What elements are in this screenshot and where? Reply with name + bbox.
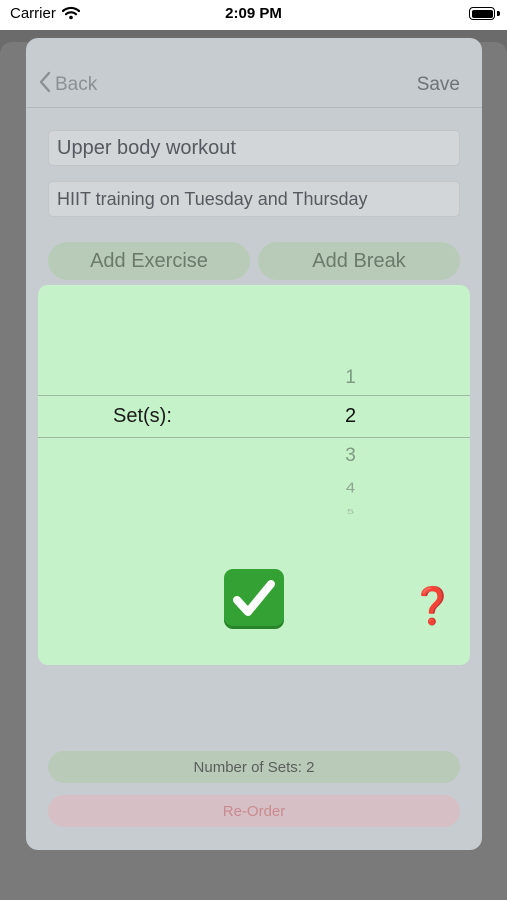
back-button[interactable]: Back: [38, 71, 97, 99]
navigation-bar: Back Save: [26, 38, 482, 108]
workout-title-field[interactable]: Upper body workout: [48, 130, 460, 166]
picker-selection-bottom-line: [38, 437, 470, 438]
back-label: Back: [55, 74, 98, 95]
save-button[interactable]: Save: [417, 74, 460, 96]
picker-option-1[interactable]: 1: [338, 367, 363, 389]
workout-description-field[interactable]: HIIT training on Tuesday and Thursday: [48, 181, 460, 217]
picker-option-5[interactable]: 5: [338, 507, 363, 515]
check-mark-button-icon[interactable]: [224, 569, 284, 629]
battery-icon: [469, 7, 495, 20]
edit-workout-modal: Back Save Upper body workout HIIT traini…: [26, 38, 482, 850]
chevron-left-icon: [38, 71, 55, 99]
picker-option-4[interactable]: 4: [338, 480, 363, 497]
battery-cap: [497, 11, 500, 16]
sets-label: Set(s):: [113, 405, 172, 427]
question-mark-icon[interactable]: ❓: [410, 585, 455, 627]
clock: 2:09 PM: [225, 5, 282, 22]
picker-selection-top-line: [38, 395, 470, 396]
status-bar: Carrier 2:09 PM: [0, 0, 507, 30]
sets-picker-card: Set(s): 1 2 3 4 5 ❓: [38, 285, 470, 665]
picker-option-selected[interactable]: 2: [338, 405, 363, 428]
add-break-button[interactable]: Add Break: [258, 242, 460, 280]
reorder-button[interactable]: Re-Order: [48, 795, 460, 827]
picker-option-3[interactable]: 3: [338, 445, 363, 467]
number-of-sets-indicator[interactable]: Number of Sets: 2: [48, 751, 460, 783]
add-exercise-button[interactable]: Add Exercise: [48, 242, 250, 280]
